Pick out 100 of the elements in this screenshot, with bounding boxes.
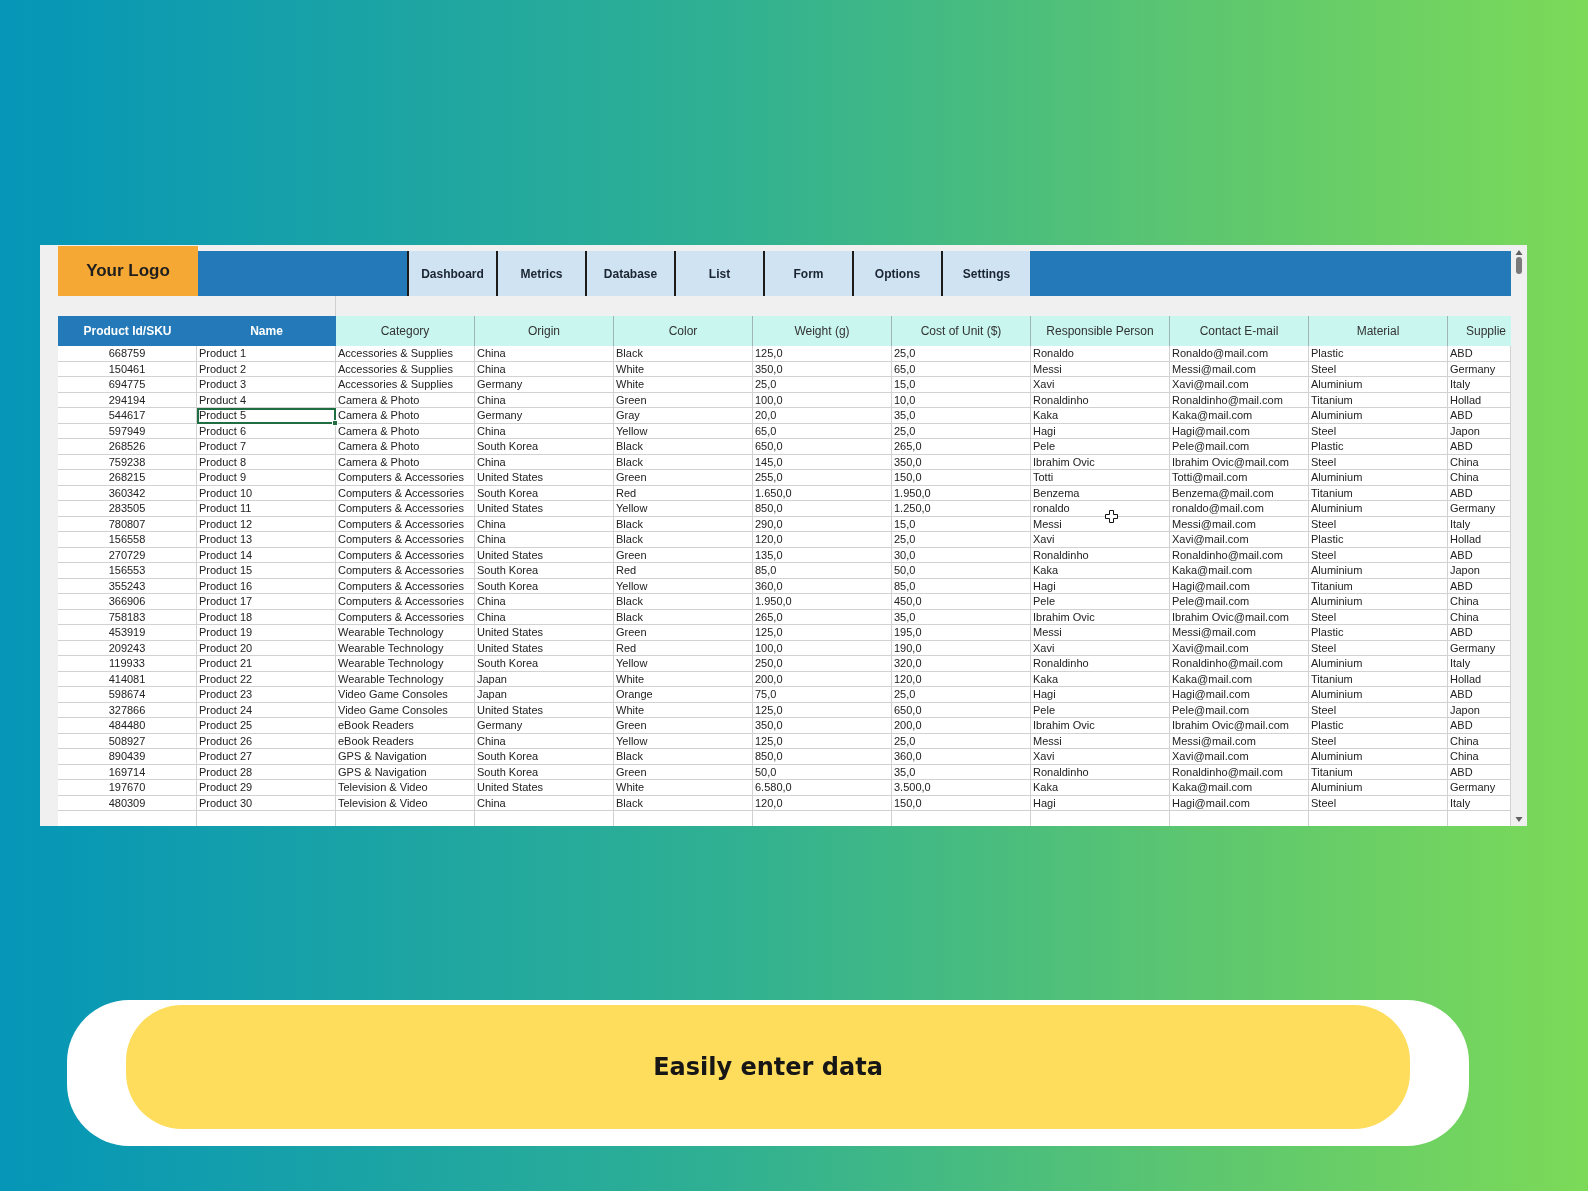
- table-cell: Aluminium: [1309, 470, 1448, 486]
- table-cell: Black: [614, 532, 753, 548]
- table-cell: Messi@mail.com: [1170, 361, 1309, 377]
- table-cell: Aluminium: [1309, 687, 1448, 703]
- table-cell: GPS & Navigation: [336, 749, 475, 765]
- table-cell: China: [475, 346, 614, 362]
- table-cell: Computers & Accessories: [336, 563, 475, 579]
- table-cell: Television & Video: [336, 795, 475, 811]
- nav-tab[interactable]: Form: [763, 251, 852, 296]
- table-cell: Ibrahim Ovic@mail.com: [1170, 609, 1309, 625]
- table-cell: Plastic: [1309, 346, 1448, 362]
- column-header: Origin: [475, 316, 614, 346]
- column-header: Product Id/SKU: [58, 316, 197, 346]
- table-cell: Hagi@mail.com: [1170, 687, 1309, 703]
- table-cell: Product 29: [197, 780, 336, 796]
- table-cell: Xavi: [1031, 532, 1170, 548]
- table-cell: Ibrahim Ovic@mail.com: [1170, 718, 1309, 734]
- nav-tab[interactable]: Metrics: [496, 251, 585, 296]
- table-cell: China: [475, 423, 614, 439]
- table-cell: Product 13: [197, 532, 336, 548]
- nav-tab[interactable]: Options: [852, 251, 941, 296]
- table-cell: 255,0: [753, 470, 892, 486]
- table-cell: 25,0: [753, 377, 892, 393]
- table-cell: Titanium: [1309, 392, 1448, 408]
- table-cell: China: [475, 516, 614, 532]
- table-cell: Product 18: [197, 609, 336, 625]
- table-cell: 50,0: [892, 563, 1031, 579]
- table-cell: Steel: [1309, 454, 1448, 470]
- table-cell: Product 26: [197, 733, 336, 749]
- table-cell: 125,0: [753, 733, 892, 749]
- table-cell: Green: [614, 547, 753, 563]
- table-cell: Plastic: [1309, 625, 1448, 641]
- table-cell: Black: [614, 516, 753, 532]
- table-cell: Camera & Photo: [336, 423, 475, 439]
- table-cell: Black: [614, 594, 753, 610]
- table-cell: Product 2: [197, 361, 336, 377]
- nav-tab[interactable]: Settings: [941, 251, 1030, 296]
- table-cell: Product 7: [197, 439, 336, 455]
- table-cell: Xavi: [1031, 377, 1170, 393]
- table-cell: 25,0: [892, 687, 1031, 703]
- table-cell: Product 28: [197, 764, 336, 780]
- table-cell: 283505: [58, 501, 197, 517]
- table-cell: Yellow: [614, 423, 753, 439]
- table-cell: Pele@mail.com: [1170, 702, 1309, 718]
- table-cell: Camera & Photo: [336, 454, 475, 470]
- table-cell: United States: [475, 501, 614, 517]
- table-cell: Product 20: [197, 640, 336, 656]
- column-header: Contact E-mail: [1170, 316, 1309, 346]
- table-cell: Xavi: [1031, 749, 1170, 765]
- table-cell: Aluminium: [1309, 563, 1448, 579]
- table-cell: Aluminium: [1309, 501, 1448, 517]
- table-cell: Ronaldinho: [1031, 547, 1170, 563]
- table-cell: 668759: [58, 346, 197, 362]
- table-cell: 209243: [58, 640, 197, 656]
- table-cell: 597949: [58, 423, 197, 439]
- table-cell: Hagi: [1031, 795, 1170, 811]
- table-cell: 350,0: [753, 718, 892, 734]
- table-cell: Messi: [1031, 733, 1170, 749]
- table-cell: Plastic: [1309, 439, 1448, 455]
- table-cell: Product 17: [197, 594, 336, 610]
- table-cell: South Korea: [475, 439, 614, 455]
- table-cell: Product 8: [197, 454, 336, 470]
- table-cell: Product 12: [197, 516, 336, 532]
- table-cell: 25,0: [892, 346, 1031, 362]
- table-cell: Kaka@mail.com: [1170, 408, 1309, 424]
- table-cell: Kaka: [1031, 671, 1170, 687]
- nav-tab[interactable]: Database: [585, 251, 674, 296]
- logo: Your Logo: [58, 246, 198, 296]
- table-cell: China: [475, 454, 614, 470]
- table-cell: 100,0: [753, 392, 892, 408]
- table-cell: 650,0: [892, 702, 1031, 718]
- table-cell: 65,0: [753, 423, 892, 439]
- table-cell: Black: [614, 749, 753, 765]
- table-cell: 30,0: [892, 547, 1031, 563]
- table-cell: 450,0: [892, 594, 1031, 610]
- table-cell: 1.950,0: [892, 485, 1031, 501]
- column-header: Name: [197, 316, 336, 346]
- table-cell: 200,0: [753, 671, 892, 687]
- table-cell: Titanium: [1309, 485, 1448, 501]
- table-cell: Product 23: [197, 687, 336, 703]
- table-cell: Yellow: [614, 656, 753, 672]
- table-cell: Hagi: [1031, 578, 1170, 594]
- table-cell: Wearable Technology: [336, 625, 475, 641]
- table-cell: Titanium: [1309, 578, 1448, 594]
- table-cell: White: [614, 361, 753, 377]
- table-cell: Aluminium: [1309, 408, 1448, 424]
- table-cell: China: [475, 795, 614, 811]
- table-cell: Germany: [475, 377, 614, 393]
- nav-tab[interactable]: List: [674, 251, 763, 296]
- table-cell: 135,0: [753, 547, 892, 563]
- nav-tab[interactable]: Dashboard: [407, 251, 496, 296]
- table-cell: Hagi@mail.com: [1170, 578, 1309, 594]
- table-cell: Video Game Consoles: [336, 687, 475, 703]
- table-cell: Product 15: [197, 563, 336, 579]
- column-header: Cost of Unit ($): [892, 316, 1031, 346]
- table-cell: Computers & Accessories: [336, 501, 475, 517]
- table-cell: White: [614, 702, 753, 718]
- table-cell: 120,0: [753, 532, 892, 548]
- table-cell: 268526: [58, 439, 197, 455]
- table-cell: Messi@mail.com: [1170, 733, 1309, 749]
